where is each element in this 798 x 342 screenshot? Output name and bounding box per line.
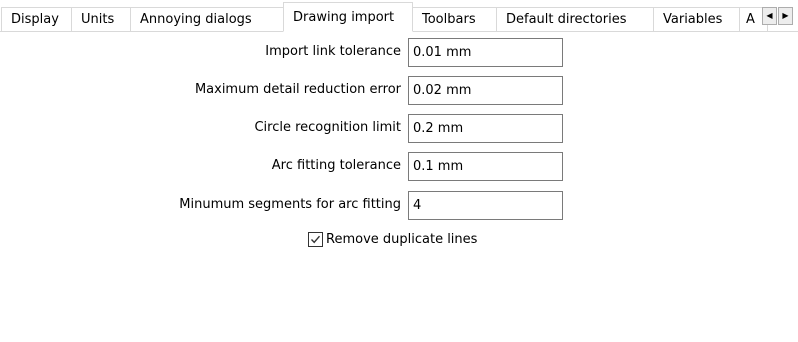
- minimum-segments-arc-fitting-label: Minumum segments for arc fitting: [179, 197, 401, 212]
- maximum-detail-reduction-error-input[interactable]: [408, 76, 563, 105]
- form-row-minimum-segments-arc-fitting: Minumum segments for arc fitting: [0, 190, 798, 222]
- tab-label: Display: [11, 12, 59, 27]
- form-row-circle-recognition-limit: Circle recognition limit: [0, 113, 798, 145]
- tab-toolbars[interactable]: Toolbars: [413, 7, 497, 31]
- scroll-left-arrow-icon: ◀: [766, 11, 773, 20]
- tab-annoying-dialogs[interactable]: Annoying dialogs: [131, 7, 284, 31]
- tab-drawing-import[interactable]: Drawing import: [283, 2, 413, 32]
- tab-default-directories[interactable]: Default directories: [497, 7, 654, 31]
- tab-scroll-right-button[interactable]: ▶: [778, 7, 793, 25]
- remove-duplicate-lines-checkbox[interactable]: [308, 232, 323, 247]
- tab-display[interactable]: Display: [1, 7, 72, 31]
- minimum-segments-arc-fitting-input[interactable]: [408, 191, 563, 220]
- arc-fitting-tolerance-input[interactable]: [408, 152, 563, 181]
- tab-strip: Display Units Annoying dialogs Drawing i…: [0, 0, 798, 32]
- import-link-tolerance-input[interactable]: [408, 38, 563, 67]
- scroll-right-arrow-icon: ▶: [782, 11, 789, 20]
- tab-label: Drawing import: [293, 10, 395, 25]
- tab-label: Toolbars: [422, 12, 476, 27]
- tab-label: Default directories: [506, 12, 627, 27]
- remove-duplicate-lines-option[interactable]: Remove duplicate lines: [308, 229, 528, 251]
- arc-fitting-tolerance-label: Arc fitting tolerance: [271, 158, 401, 173]
- tab-label: A: [746, 12, 755, 27]
- import-link-tolerance-label: Import link tolerance: [265, 44, 401, 59]
- form-row-maximum-detail-reduction-error: Maximum detail reduction error: [0, 75, 798, 107]
- tab-label: Annoying dialogs: [140, 12, 252, 27]
- checkmark-icon: [310, 235, 321, 244]
- form-row-arc-fitting-tolerance: Arc fitting tolerance: [0, 151, 798, 183]
- maximum-detail-reduction-error-label: Maximum detail reduction error: [194, 82, 401, 97]
- tab-label: Units: [81, 12, 115, 27]
- form-row-import-link-tolerance: Import link tolerance: [0, 37, 798, 69]
- tab-variables[interactable]: Variables: [654, 7, 740, 31]
- preferences-window: Display Units Annoying dialogs Drawing i…: [0, 0, 798, 342]
- tab-units[interactable]: Units: [72, 7, 131, 31]
- circle-recognition-limit-label: Circle recognition limit: [254, 120, 401, 135]
- tab-scroll-left-button[interactable]: ◀: [762, 7, 777, 25]
- circle-recognition-limit-input[interactable]: [408, 114, 563, 143]
- remove-duplicate-lines-label: Remove duplicate lines: [326, 232, 478, 247]
- tab-label: Variables: [663, 12, 723, 27]
